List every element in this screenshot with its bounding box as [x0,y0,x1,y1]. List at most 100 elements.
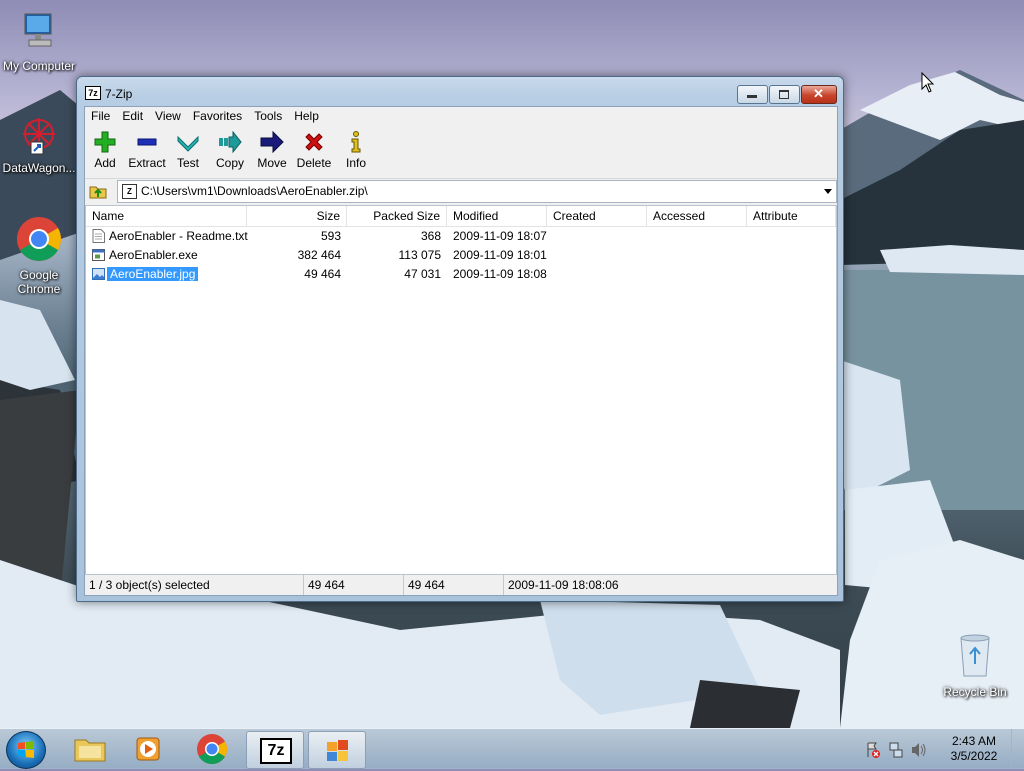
column-accessed[interactable]: Accessed [647,206,747,226]
maximize-button[interactable] [769,85,800,104]
file-list[interactable]: Name Size Packed Size Modified Created A… [85,205,837,575]
file-packed-size: 368 [420,229,441,243]
exe-file-icon [92,249,105,261]
delete-button[interactable]: Delete [295,131,333,170]
zip-archive-icon: Z [122,184,137,199]
text-file-icon [92,229,105,243]
desktop-icon-label: Recycle Bin [943,685,1007,699]
clock-time: 2:43 AM [951,734,997,748]
table-row-selected[interactable]: AeroEnabler.jpg 49 464 47 031 2009-11-09… [86,265,836,284]
taskbar: 7z 2:43 AM 3/5/2022 [0,728,1024,769]
taskbar-media-player-button[interactable] [120,731,176,767]
add-button-label: Add [94,156,116,170]
copy-button-label: Copy [215,156,244,170]
info-button[interactable]: Info [341,131,371,170]
desktop-icon-datawagon[interactable]: DataWagon... [0,112,78,175]
info-button-label: Info [345,156,366,170]
up-folder-button[interactable] [88,181,108,201]
table-row[interactable]: AeroEnabler - Readme.txt 593 368 2009-11… [86,227,836,246]
chrome-icon [0,215,78,266]
close-icon: ✕ [813,86,824,101]
taskbar-7zip-button[interactable]: 7z [246,731,304,769]
title-bar[interactable]: 7z 7-Zip ✕ [77,77,843,105]
extract-button[interactable]: Extract [127,131,167,170]
taskbar-chrome-button[interactable] [184,731,240,767]
address-path: C:\Users\vm1\Downloads\AeroEnabler.zip\ [141,184,368,198]
minus-icon [127,131,167,153]
column-name[interactable]: Name [86,206,247,226]
menu-file[interactable]: File [85,107,116,126]
desktop-icon-label: My Computer [2,59,76,73]
desktop-icon-label-line1: Google [19,268,59,282]
volume-icon[interactable] [912,743,926,757]
minimize-button[interactable] [737,85,768,104]
menu-bar: File Edit View Favorites Tools Help [85,107,837,126]
menu-view[interactable]: View [149,107,187,126]
desktop-icon-google-chrome[interactable]: Google Chrome [0,215,78,296]
taskbar-explorer-button[interactable] [62,731,118,767]
desktop-icon-label: DataWagon... [2,161,76,175]
column-packed-size[interactable]: Packed Size [347,206,447,226]
system-clock[interactable]: 2:43 AM 3/5/2022 [944,734,1004,764]
seven-zip-icon: 7z [260,738,292,764]
desktop-icon-recycle-bin[interactable]: Recycle Bin [936,632,1014,699]
column-size[interactable]: Size [247,206,347,226]
move-arrow-icon [255,131,289,153]
table-row[interactable]: AeroEnabler.exe 382 464 113 075 2009-11-… [86,246,836,265]
column-created[interactable]: Created [547,206,647,226]
taskbar-window-button[interactable] [308,731,366,769]
notification-area [862,735,932,763]
move-button[interactable]: Move [255,131,289,170]
check-chevron-icon [173,131,203,153]
address-input[interactable]: Z C:\Users\vm1\Downloads\AeroEnabler.zip… [117,180,837,203]
x-icon [295,131,333,153]
info-icon [341,131,371,153]
status-size: 49 464 [303,575,403,595]
datawagon-logo-icon [0,112,78,159]
status-modified: 2009-11-09 18:08:06 [503,575,837,595]
status-packed: 49 464 [403,575,503,595]
window-title: 7-Zip [105,87,133,101]
minimize-icon [747,95,757,98]
network-icon[interactable] [889,742,903,758]
menu-tools[interactable]: Tools [248,107,288,126]
file-modified: 2009-11-09 18:07 [453,229,547,243]
seven-zip-window: 7z 7-Zip ✕ File Edit View Favorites Tools Hel… [76,76,844,602]
close-button[interactable]: ✕ [801,85,837,104]
menu-edit[interactable]: Edit [116,107,149,126]
file-size: 593 [320,229,341,243]
window-client-area: File Edit View Favorites Tools Help Add Extra… [84,106,838,596]
file-packed-size: 113 075 [398,248,442,262]
windows-flag-icon [327,740,348,761]
menu-favorites[interactable]: Favorites [187,107,248,126]
delete-button-label: Delete [296,156,332,170]
status-bar: 1 / 3 object(s) selected 49 464 49 464 2… [85,575,837,595]
file-size: 382 464 [297,248,341,262]
file-packed-size: 47 031 [404,267,441,281]
move-button-label: Move [257,156,287,170]
column-attribute[interactable]: Attribute [747,206,836,226]
copy-button[interactable]: Copy [213,131,247,170]
add-button[interactable]: Add [91,131,119,170]
desktop-icon-my-computer[interactable]: My Computer [0,10,78,73]
extract-button-label: Extract [128,156,166,170]
computer-icon [0,10,78,57]
media-player-icon [136,737,160,761]
action-center-flag-icon[interactable] [867,742,880,758]
file-modified: 2009-11-09 18:08 [453,267,547,281]
file-name: AeroEnabler.jpg [107,265,247,284]
column-modified[interactable]: Modified [447,206,547,226]
maximize-icon [779,90,789,99]
show-desktop-button[interactable] [1011,729,1024,769]
image-file-icon [92,268,105,280]
menu-help[interactable]: Help [288,107,325,126]
test-button[interactable]: Test [173,131,203,170]
selected-file-name: AeroEnabler.jpg [107,266,200,282]
file-size: 49 464 [304,267,341,281]
test-button-label: Test [176,156,199,170]
chevron-down-icon[interactable] [824,189,832,194]
desktop-icon-label-line2: Chrome [17,282,61,296]
toolbar: Add Extract Test Copy Move Delete Info [85,127,837,179]
file-modified: 2009-11-09 18:01 [453,248,547,262]
start-button[interactable] [6,731,46,769]
